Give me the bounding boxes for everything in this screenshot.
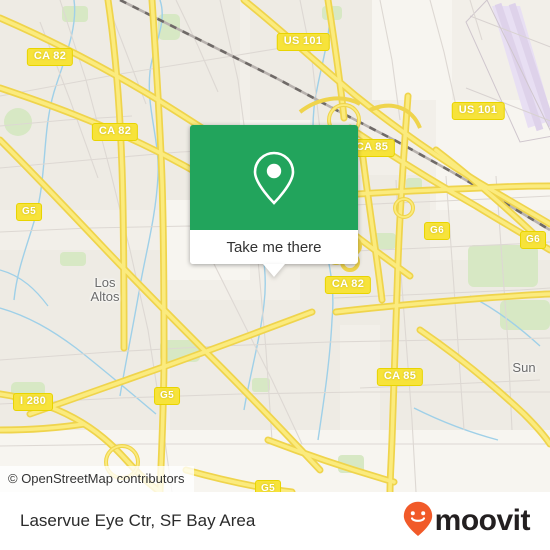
highway-shield: G5 [154, 387, 180, 405]
bottom-bar: Laservue Eye Ctr, SF Bay Area moovit [0, 492, 550, 550]
location-title: Laservue Eye Ctr, SF Bay Area [20, 511, 256, 530]
osm-attribution[interactable]: © OpenStreetMap contributors [0, 466, 194, 492]
highway-shield: US 101 [451, 102, 505, 120]
highway-shield: G5 [16, 203, 42, 221]
highway-shield: CA 82 [324, 276, 372, 294]
moovit-map-screen: CA 82 US 101 US 101 CA 82 CA 85 G5 G6 G6 CA 82 CA… [0, 0, 550, 550]
popup-tail [263, 264, 285, 277]
take-me-there-popup[interactable]: Take me there [190, 125, 358, 277]
popup-pin-panel [190, 125, 358, 230]
highway-shield: CA 85 [376, 368, 424, 386]
moovit-smile-pin-icon [403, 501, 433, 542]
highway-shield: I 280 [13, 393, 53, 411]
map-pin-icon [251, 150, 297, 206]
highway-shield: US 101 [276, 33, 330, 51]
place-label: Sun [512, 360, 536, 375]
highway-shield: G6 [520, 231, 546, 249]
moovit-wordmark: moovit [434, 504, 531, 537]
highway-shield: G5 [255, 480, 281, 492]
highway-shield: CA 82 [91, 123, 139, 141]
take-me-there-label[interactable]: Take me there [190, 230, 358, 264]
place-label: Los Altos [90, 275, 120, 304]
highway-shield: G6 [424, 222, 450, 240]
map-canvas[interactable]: CA 82 US 101 US 101 CA 82 CA 85 G5 G6 G6 CA 82 CA… [0, 0, 550, 492]
highway-shield: CA 82 [26, 48, 74, 66]
moovit-logo[interactable]: moovit [403, 501, 531, 542]
